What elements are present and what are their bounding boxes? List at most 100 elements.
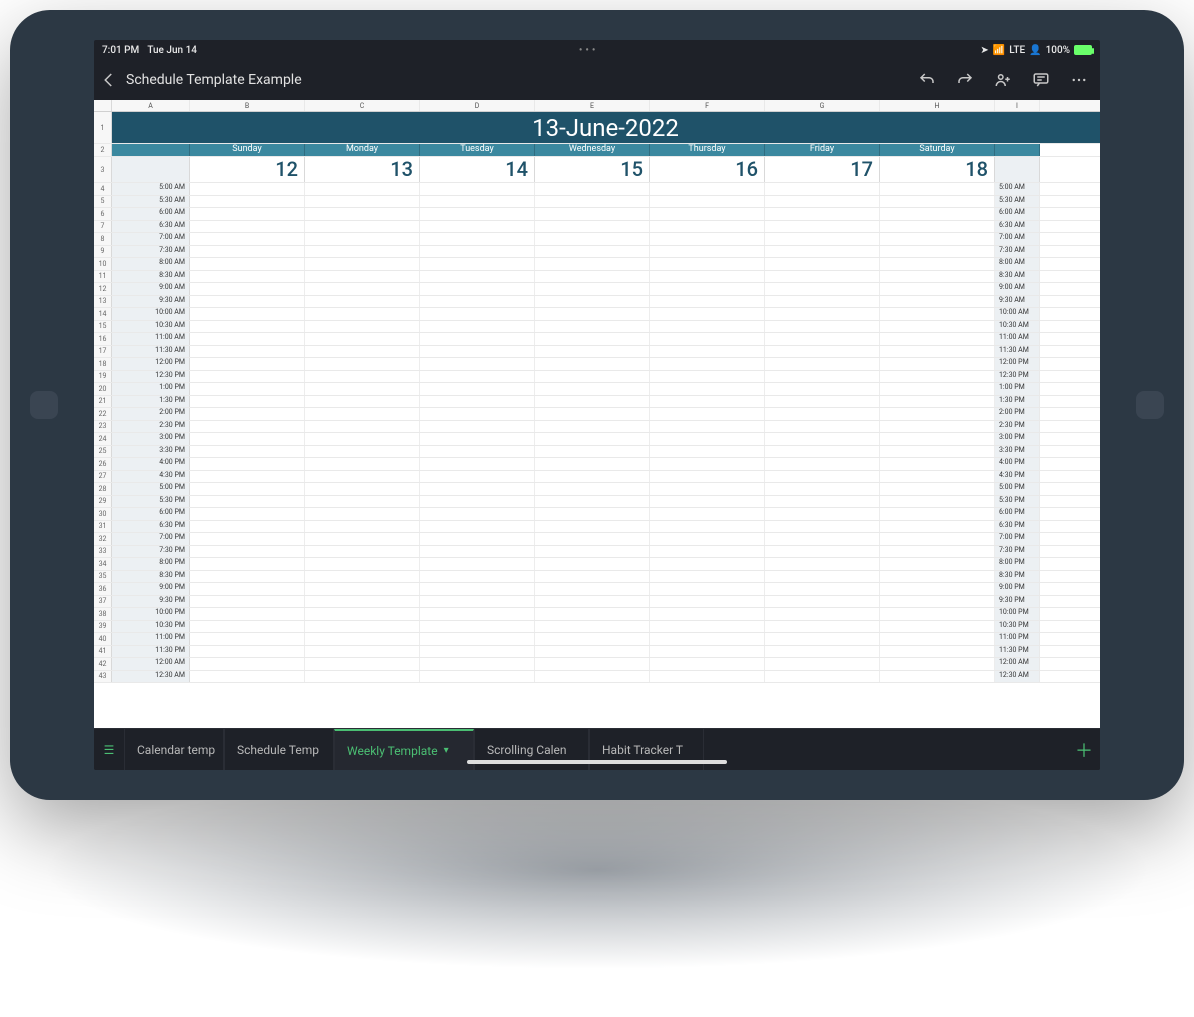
- row-number[interactable]: 20: [94, 383, 112, 395]
- date-cell[interactable]: 16: [650, 157, 765, 182]
- time-label-right[interactable]: 9:00 PM: [995, 583, 1040, 595]
- schedule-cell[interactable]: [765, 408, 880, 420]
- schedule-cell[interactable]: [535, 408, 650, 420]
- schedule-cell[interactable]: [305, 471, 420, 483]
- schedule-cell[interactable]: [650, 646, 765, 658]
- schedule-cell[interactable]: [535, 446, 650, 458]
- row-number[interactable]: 35: [94, 571, 112, 583]
- schedule-cell[interactable]: [305, 446, 420, 458]
- schedule-cell[interactable]: [190, 208, 305, 220]
- schedule-cell[interactable]: [535, 196, 650, 208]
- schedule-cell[interactable]: [190, 508, 305, 520]
- row-number[interactable]: 18: [94, 358, 112, 370]
- schedule-cell[interactable]: [880, 346, 995, 358]
- schedule-cell[interactable]: [305, 396, 420, 408]
- row-number[interactable]: 5: [94, 196, 112, 208]
- time-label-right[interactable]: 6:30 AM: [995, 221, 1040, 233]
- schedule-cell[interactable]: [190, 571, 305, 583]
- time-label-left[interactable]: 9:30 PM: [112, 596, 190, 608]
- schedule-cell[interactable]: [650, 458, 765, 470]
- row-number[interactable]: 15: [94, 321, 112, 333]
- schedule-cell[interactable]: [420, 308, 535, 320]
- schedule-cell[interactable]: [765, 246, 880, 258]
- schedule-cell[interactable]: [650, 508, 765, 520]
- col-header[interactable]: G: [765, 100, 880, 111]
- schedule-cell[interactable]: [765, 583, 880, 595]
- schedule-cell[interactable]: [190, 433, 305, 445]
- schedule-cell[interactable]: [535, 483, 650, 495]
- schedule-cell[interactable]: [190, 346, 305, 358]
- schedule-cell[interactable]: [650, 333, 765, 345]
- schedule-cell[interactable]: [420, 458, 535, 470]
- time-label-left[interactable]: 11:30 PM: [112, 646, 190, 658]
- time-label-right[interactable]: 7:00 PM: [995, 533, 1040, 545]
- cell[interactable]: [995, 144, 1040, 156]
- schedule-cell[interactable]: [305, 658, 420, 670]
- time-label-left[interactable]: 9:00 PM: [112, 583, 190, 595]
- schedule-cell[interactable]: [305, 358, 420, 370]
- schedule-cell[interactable]: [765, 533, 880, 545]
- row-number[interactable]: 34: [94, 558, 112, 570]
- sheet-tab[interactable]: Weekly Template▾: [334, 729, 474, 770]
- schedule-cell[interactable]: [305, 558, 420, 570]
- schedule-cell[interactable]: [880, 333, 995, 345]
- schedule-cell[interactable]: [880, 508, 995, 520]
- schedule-cell[interactable]: [420, 446, 535, 458]
- schedule-cell[interactable]: [305, 271, 420, 283]
- row-number[interactable]: 19: [94, 371, 112, 383]
- schedule-cell[interactable]: [765, 233, 880, 245]
- add-sheet-button[interactable]: ＋: [1068, 737, 1100, 763]
- schedule-cell[interactable]: [305, 421, 420, 433]
- schedule-cell[interactable]: [190, 483, 305, 495]
- all-sheets-icon[interactable]: ☰: [94, 743, 124, 757]
- schedule-cell[interactable]: [880, 183, 995, 195]
- schedule-cell[interactable]: [305, 408, 420, 420]
- schedule-cell[interactable]: [650, 258, 765, 270]
- schedule-cell[interactable]: [880, 583, 995, 595]
- schedule-cell[interactable]: [190, 583, 305, 595]
- schedule-cell[interactable]: [650, 571, 765, 583]
- row-number[interactable]: 27: [94, 471, 112, 483]
- row-number[interactable]: 17: [94, 346, 112, 358]
- schedule-cell[interactable]: [535, 596, 650, 608]
- row-number[interactable]: 25: [94, 446, 112, 458]
- schedule-cell[interactable]: [420, 321, 535, 333]
- schedule-cell[interactable]: [190, 658, 305, 670]
- time-label-left[interactable]: 10:30 PM: [112, 621, 190, 633]
- schedule-cell[interactable]: [880, 383, 995, 395]
- row-number[interactable]: 26: [94, 458, 112, 470]
- row-number[interactable]: 13: [94, 296, 112, 308]
- schedule-cell[interactable]: [650, 658, 765, 670]
- row-number[interactable]: 37: [94, 596, 112, 608]
- row-number[interactable]: 39: [94, 621, 112, 633]
- row-number[interactable]: 6: [94, 208, 112, 220]
- schedule-cell[interactable]: [650, 621, 765, 633]
- schedule-cell[interactable]: [190, 321, 305, 333]
- schedule-cell[interactable]: [535, 433, 650, 445]
- schedule-cell[interactable]: [880, 533, 995, 545]
- schedule-cell[interactable]: [305, 508, 420, 520]
- time-label-right[interactable]: 10:30 AM: [995, 321, 1040, 333]
- schedule-cell[interactable]: [305, 258, 420, 270]
- schedule-cell[interactable]: [305, 633, 420, 645]
- schedule-cell[interactable]: [765, 646, 880, 658]
- schedule-cell[interactable]: [305, 621, 420, 633]
- row-number[interactable]: 43: [94, 671, 112, 683]
- time-label-right[interactable]: 1:30 PM: [995, 396, 1040, 408]
- schedule-cell[interactable]: [420, 408, 535, 420]
- time-label-left[interactable]: 12:30 PM: [112, 371, 190, 383]
- schedule-cell[interactable]: [535, 371, 650, 383]
- schedule-cell[interactable]: [765, 308, 880, 320]
- schedule-cell[interactable]: [305, 308, 420, 320]
- schedule-cell[interactable]: [650, 496, 765, 508]
- time-label-right[interactable]: 3:00 PM: [995, 433, 1040, 445]
- schedule-cell[interactable]: [420, 483, 535, 495]
- schedule-cell[interactable]: [305, 433, 420, 445]
- schedule-cell[interactable]: [420, 633, 535, 645]
- schedule-cell[interactable]: [305, 546, 420, 558]
- schedule-cell[interactable]: [535, 521, 650, 533]
- schedule-cell[interactable]: [190, 296, 305, 308]
- schedule-cell[interactable]: [880, 258, 995, 270]
- time-label-right[interactable]: 11:00 PM: [995, 633, 1040, 645]
- row-number[interactable]: 2: [94, 144, 112, 156]
